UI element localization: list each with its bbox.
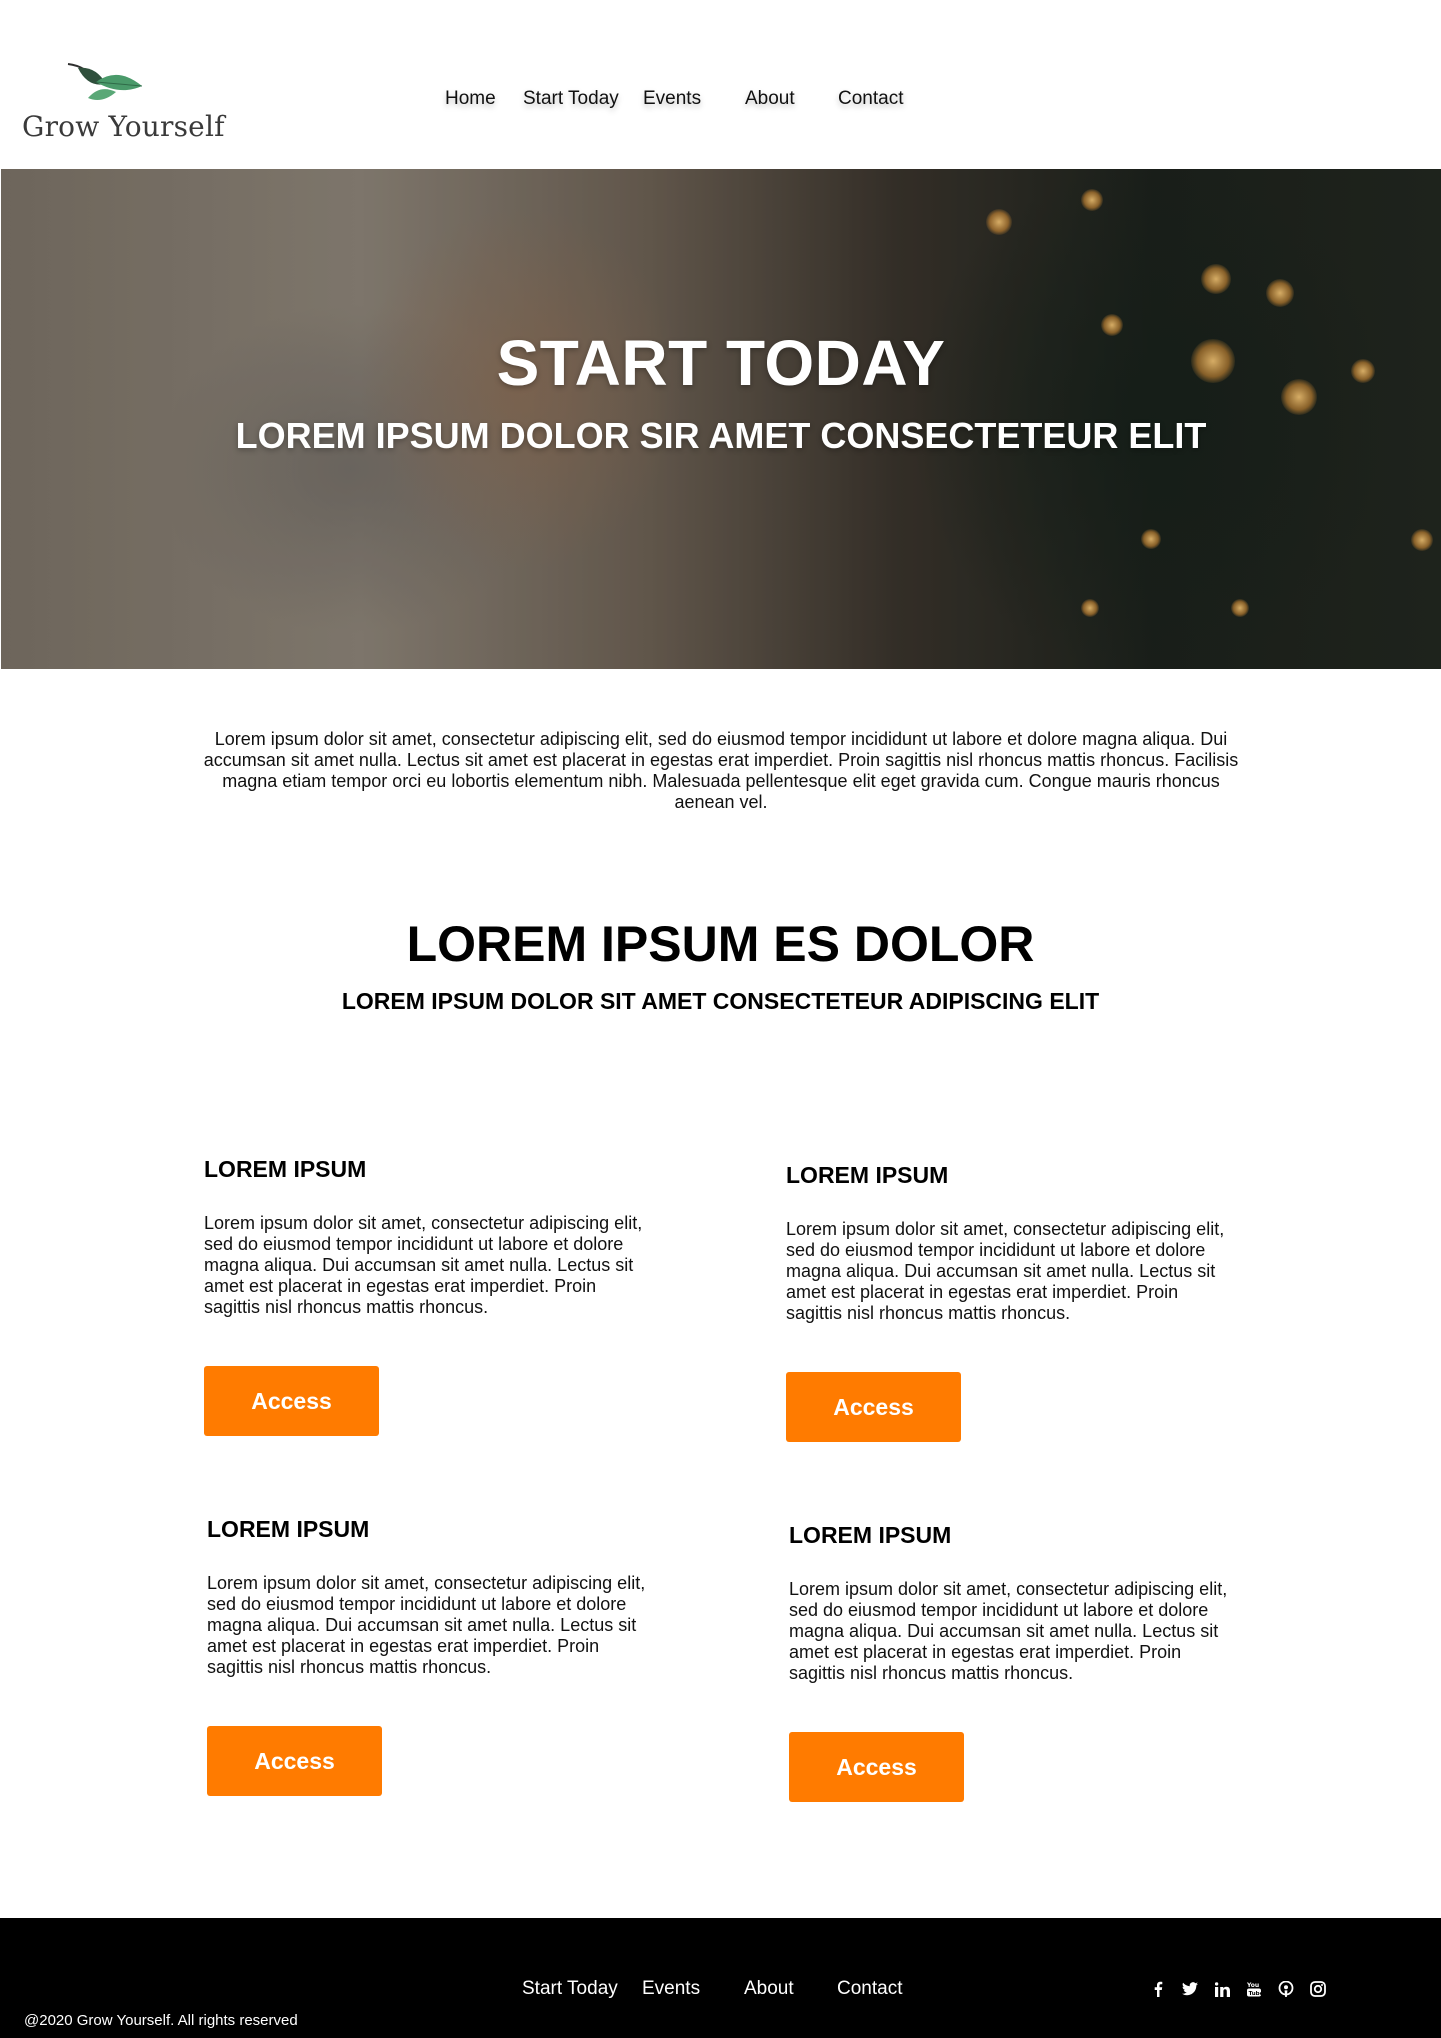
social-links: You Tube	[1148, 1978, 1328, 2000]
intro-paragraph: Lorem ipsum dolor sit amet, consectetur …	[203, 729, 1239, 812]
feature-card: LOREM IPSUM Lorem ipsum dolor sit amet, …	[789, 1522, 1249, 1802]
card-title: LOREM IPSUM	[786, 1162, 949, 1188]
nav-about[interactable]: About	[745, 88, 795, 110]
svg-text:You: You	[1246, 1982, 1259, 1989]
card-text: Lorem ipsum dolor sit amet, consectetur …	[786, 1219, 1225, 1323]
card-title: LOREM IPSUM	[204, 1156, 367, 1182]
access-button[interactable]: Access	[204, 1366, 379, 1436]
hero-subtitle: LOREM IPSUM DOLOR SIR AMET CONSECTETEUR …	[235, 415, 1207, 456]
svg-text:Tube: Tube	[1249, 1991, 1262, 1997]
nav-start-today[interactable]: Start Today	[523, 88, 619, 110]
access-button[interactable]: Access	[207, 1726, 382, 1796]
access-button[interactable]: Access	[786, 1372, 961, 1442]
card-text: Lorem ipsum dolor sit amet, consectetur …	[789, 1579, 1228, 1683]
feature-card: LOREM IPSUM Lorem ipsum dolor sit amet, …	[786, 1162, 1246, 1442]
podcast-icon[interactable]	[1276, 1979, 1296, 1999]
twitter-icon[interactable]	[1180, 1979, 1200, 1999]
feature-card: LOREM IPSUM Lorem ipsum dolor sit amet, …	[207, 1516, 667, 1796]
nav-contact[interactable]: Contact	[838, 88, 903, 110]
card-title: LOREM IPSUM	[207, 1516, 370, 1542]
card-title: LOREM IPSUM	[789, 1522, 952, 1548]
footer-nav-about[interactable]: About	[744, 1978, 794, 2000]
card-text: Lorem ipsum dolor sit amet, consectetur …	[207, 1573, 646, 1677]
nav-home[interactable]: Home	[445, 88, 496, 110]
footer-nav-start-today[interactable]: Start Today	[522, 1978, 618, 2000]
hero-title: START TODAY	[496, 327, 946, 399]
site-footer: Start Today Events About Contact @2020 G…	[0, 1918, 1441, 2038]
instagram-icon[interactable]	[1308, 1979, 1328, 1999]
linkedin-icon[interactable]	[1212, 1979, 1232, 1999]
footer-nav-events[interactable]: Events	[642, 1978, 700, 2000]
facebook-icon[interactable]	[1148, 1979, 1168, 1999]
access-button[interactable]: Access	[789, 1732, 964, 1802]
section-title: LOREM IPSUM ES DOLOR	[406, 916, 1035, 972]
youtube-icon[interactable]: You Tube	[1244, 1979, 1264, 1999]
card-text: Lorem ipsum dolor sit amet, consectetur …	[204, 1213, 643, 1317]
feature-card: LOREM IPSUM Lorem ipsum dolor sit amet, …	[204, 1156, 664, 1436]
site-header: Grow Yourself Home Start Today Events Ab…	[0, 0, 1441, 169]
footer-nav-contact[interactable]: Contact	[837, 1978, 902, 2000]
main-nav: Home Start Today Events About Contact	[0, 88, 1441, 118]
hero-banner: START TODAY LOREM IPSUM DOLOR SIR AMET C…	[1, 169, 1441, 669]
nav-events[interactable]: Events	[643, 88, 701, 110]
section-subtitle: LOREM IPSUM DOLOR SIT AMET CONSECTETEUR …	[341, 988, 1100, 1014]
copyright: @2020 Grow Yourself. All rights reserved	[24, 2012, 298, 2029]
